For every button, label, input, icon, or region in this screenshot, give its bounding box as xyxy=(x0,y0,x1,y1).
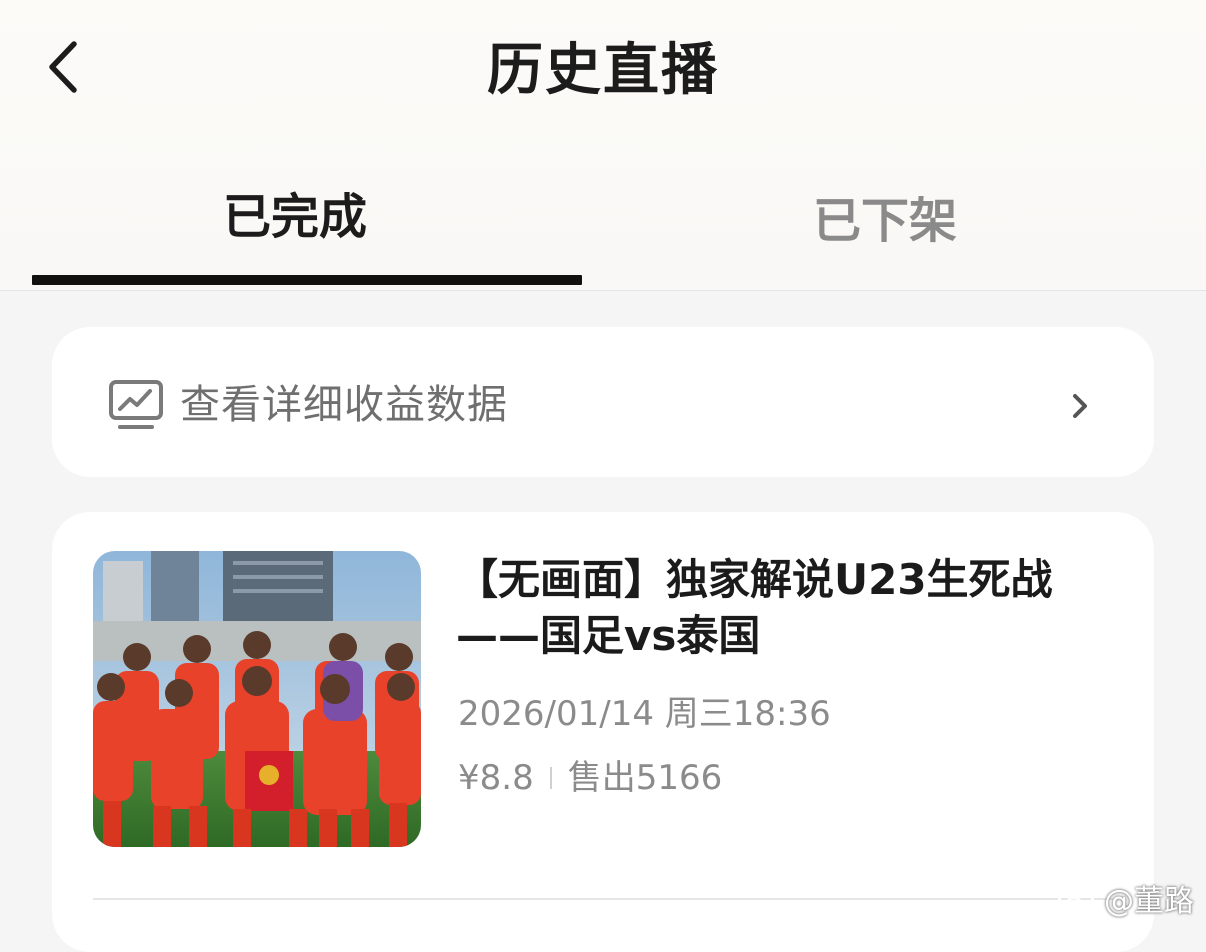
item-divider xyxy=(93,898,1113,900)
live-sold-count: 售出5166 xyxy=(567,758,723,798)
live-datetime: 2026/01/14 周三18:36 xyxy=(458,694,831,734)
watermark: @董路 xyxy=(1056,876,1194,920)
live-title-line-2: ——国足vs泰国 xyxy=(456,611,761,660)
monitor-chart-icon xyxy=(109,380,163,429)
live-list: 【无画面】独家解说U23生死战 ——国足vs泰国 2026/01/14 周三18… xyxy=(52,512,1154,952)
team-photo-image xyxy=(93,551,421,847)
meta-divider xyxy=(549,767,552,789)
earnings-label: 查看详细收益数据 xyxy=(180,382,508,428)
watermark-text: @董路 xyxy=(1104,884,1194,919)
weibo-logo-icon xyxy=(1057,884,1098,916)
tab-completed-label: 已完成 xyxy=(222,189,367,245)
header: 历史直播 已完成 已下架 xyxy=(0,0,1206,291)
live-meta: ¥8.8 售出5166 xyxy=(458,752,722,804)
live-title[interactable]: 【无画面】独家解说U23生死战 ——国足vs泰国 xyxy=(456,552,1116,664)
tab-removed-label: 已下架 xyxy=(812,193,957,249)
live-thumbnail[interactable] xyxy=(93,551,421,847)
active-tab-indicator xyxy=(32,275,582,285)
live-price: ¥8.8 xyxy=(458,758,534,798)
page-title: 历史直播 xyxy=(487,38,719,103)
earnings-data-row[interactable]: 查看详细收益数据 xyxy=(52,327,1154,477)
tab-completed[interactable]: 已完成 xyxy=(70,182,520,252)
tab-removed[interactable]: 已下架 xyxy=(660,186,1110,256)
live-title-line-1: 【无画面】独家解说U23生死战 xyxy=(456,555,1053,604)
chevron-right-icon xyxy=(1073,394,1087,418)
